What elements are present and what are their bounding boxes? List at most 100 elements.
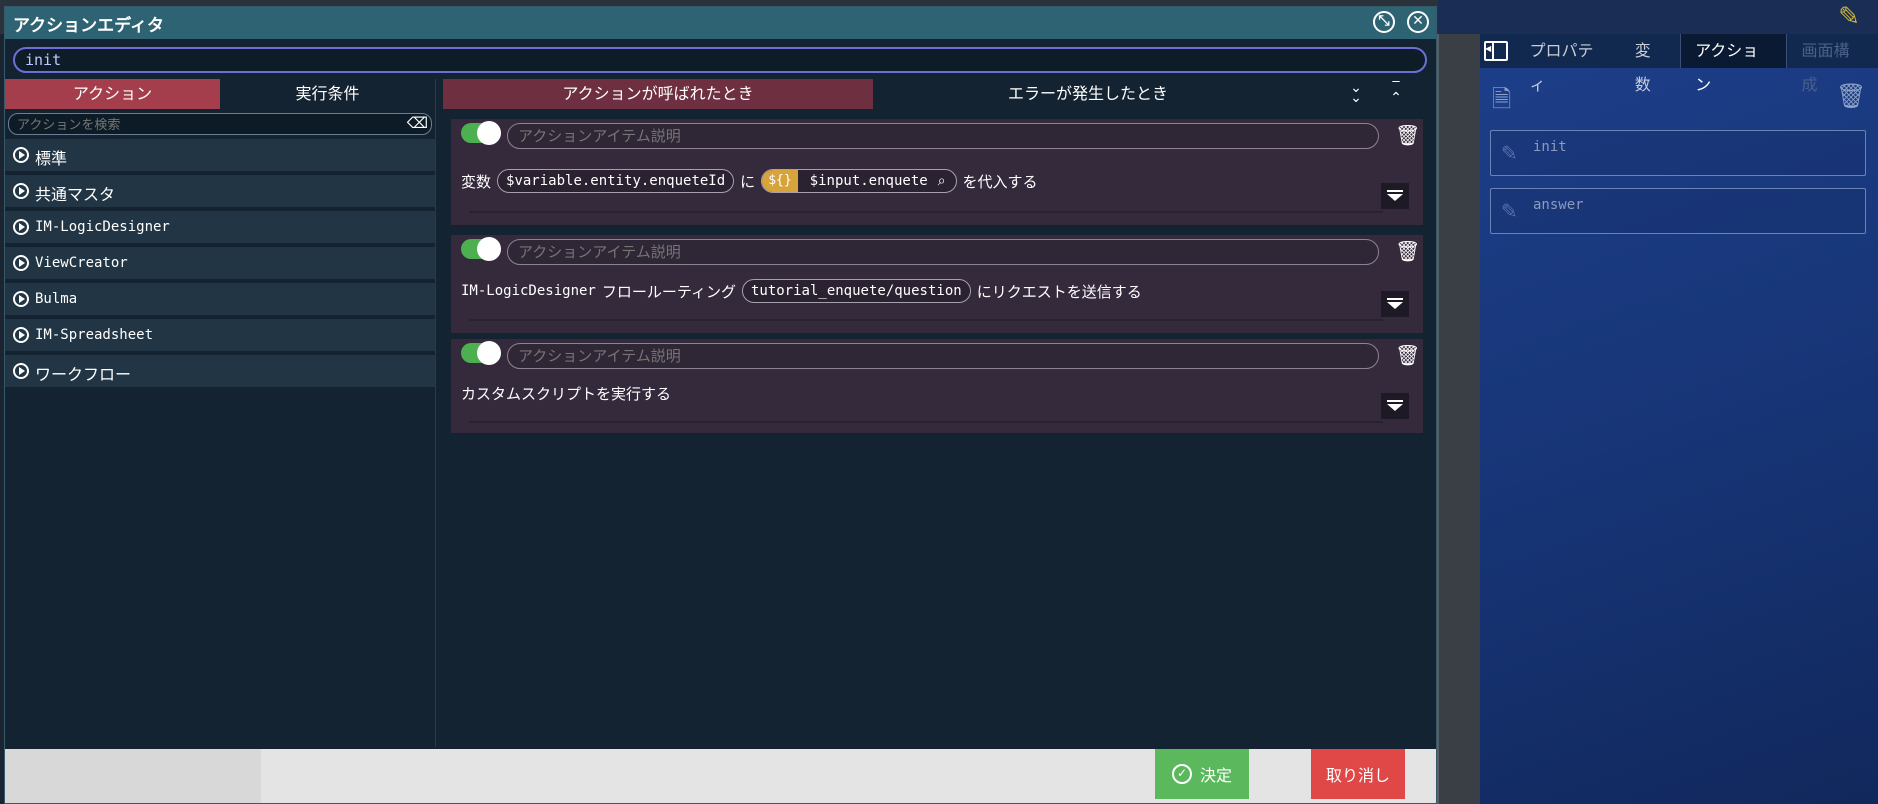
action-search-input[interactable] (8, 113, 432, 135)
enable-toggle[interactable] (461, 237, 501, 261)
ok-label: 決定 (1199, 766, 1232, 785)
tab-conditions[interactable]: 実行条件 (220, 79, 435, 109)
tab-properties[interactable]: プロパティ (1516, 34, 1621, 94)
category-workflow[interactable]: ワークフロー (5, 355, 435, 389)
play-icon (13, 363, 29, 379)
expression-type-dropdown[interactable]: ${} (762, 170, 798, 192)
category-label: 標準 (35, 149, 68, 168)
expand-item-icon[interactable] (1381, 291, 1409, 317)
search-input[interactable] (13, 47, 1427, 73)
category-standard[interactable]: 標準 (5, 139, 435, 173)
label-variable: 変数 (461, 172, 492, 191)
action-item-script: 🗑 カスタムスクリプトを実行する (451, 339, 1423, 433)
dialog-titlebar[interactable]: アクションエディタ ⤡ ✕ (5, 7, 1436, 39)
close-icon[interactable]: ✕ (1407, 11, 1429, 33)
action-card-answer[interactable]: ✎ answer (1490, 188, 1866, 234)
cancel-label: 取り消し (1325, 766, 1390, 785)
label-assign: を代入する (962, 172, 1038, 191)
routing-target[interactable]: tutorial_enquete/question (741, 279, 971, 303)
divider (469, 319, 1383, 321)
left-tabs: アクション 実行条件 (5, 79, 435, 109)
trash-icon[interactable]: 🗑 (1395, 343, 1420, 369)
divider (469, 421, 1383, 423)
play-icon (13, 291, 29, 307)
enable-toggle[interactable] (461, 121, 501, 145)
splitter[interactable] (1434, 34, 1480, 804)
footer-shade (5, 749, 261, 803)
action-editor-dialog: アクションエディタ ⤡ ✕ アクション 実行条件 ⌫ 標準 共通マスタ IM-L… (4, 6, 1437, 804)
category-label: Bulma (35, 291, 78, 307)
dialog-title: アクションエディタ (13, 16, 164, 36)
category-bulma[interactable]: Bulma (5, 283, 435, 317)
item-description-input[interactable] (507, 123, 1379, 149)
collapse-panel-icon[interactable] (1484, 41, 1508, 61)
action-item-assign: 🗑 変数 $variable.entity.enqueteId に ${} $i… (451, 119, 1423, 225)
tab-on-error[interactable]: エラーが発生したとき (873, 79, 1303, 109)
category-logicdesigner[interactable]: IM-LogicDesigner (5, 211, 435, 245)
cancel-button[interactable]: 取り消し (1311, 749, 1405, 799)
expression-field[interactable]: ${} $input.enquete ⌕ (761, 169, 957, 193)
action-item-routing: 🗑 IM-LogicDesigner フロールーティング tutorial_en… (451, 235, 1423, 333)
collapse-all-icon[interactable]: ‾ ⌃ (1385, 81, 1407, 107)
tab-variables[interactable]: 変数 (1621, 34, 1680, 94)
label-send-request: にリクエストを送信する (976, 282, 1142, 301)
enable-toggle[interactable] (461, 341, 501, 365)
category-label: 共通マスタ (35, 185, 116, 204)
tab-actions[interactable]: アクション (5, 79, 220, 109)
trash-icon[interactable]: 🗑 (1836, 82, 1866, 112)
trash-icon[interactable]: 🗑 (1395, 239, 1420, 265)
right-panel-toolbar: 🗎 🗑 (1480, 78, 1878, 118)
right-panel: プロパティ 変数 アクション 画面構成 🗎 🗑 ✎ init ✎ answer (1480, 34, 1878, 804)
background-toolbar-right: ✎ (1438, 0, 1878, 34)
action-row: IM-LogicDesigner フロールーティング tutorial_enqu… (461, 279, 1148, 303)
expand-item-icon[interactable] (1381, 183, 1409, 209)
play-icon (13, 327, 29, 343)
edit-icon[interactable]: ✎ (1834, 2, 1864, 32)
category-viewcreator[interactable]: ViewCreator (5, 247, 435, 281)
category-label: IM-LogicDesigner (35, 219, 170, 235)
event-tabs: アクションが呼ばれたとき エラーが発生したとき ⌄ ⌄ ‾ ⌃ (443, 79, 1429, 109)
label-ni: に (740, 172, 756, 191)
tab-actions[interactable]: アクション (1680, 34, 1788, 94)
action-name: init (1533, 139, 1567, 155)
expand-item-icon[interactable] (1381, 393, 1409, 419)
category-label: ViewCreator (35, 255, 128, 271)
action-name: answer (1533, 197, 1584, 213)
label-flow-routing: フロールーティング (601, 282, 736, 301)
ok-button[interactable]: ✓ 決定 (1155, 749, 1249, 799)
variable-target[interactable]: $variable.entity.enqueteId (497, 169, 735, 193)
action-search: ⌫ (8, 113, 432, 135)
action-row: 変数 $variable.entity.enqueteId に ${} $inp… (461, 169, 1044, 193)
right-panel-tabs: プロパティ 変数 アクション 画面構成 (1480, 34, 1878, 94)
play-icon (13, 183, 29, 199)
play-icon (13, 147, 29, 163)
category-label: ワークフロー (35, 365, 132, 384)
divider (469, 211, 1383, 213)
expression-value: $input.enquete (809, 173, 928, 189)
splitter-line (1437, 34, 1439, 804)
expand-all-icon[interactable]: ⌄ ⌄ (1345, 81, 1367, 107)
search-bar (13, 47, 1427, 73)
left-pane: アクション 実行条件 ⌫ 標準 共通マスタ IM-LogicDesigner V… (5, 79, 436, 747)
category-spreadsheet[interactable]: IM-Spreadsheet (5, 319, 435, 353)
dialog-footer: ✓ 決定 取り消し (5, 749, 1436, 803)
item-description-input[interactable] (507, 239, 1379, 265)
trash-icon[interactable]: 🗑 (1395, 123, 1420, 149)
action-card-init[interactable]: ✎ init (1490, 130, 1866, 176)
category-common-master[interactable]: 共通マスタ (5, 175, 435, 209)
pencil-icon: ✎ (1501, 199, 1518, 223)
category-label: IM-Spreadsheet (35, 327, 154, 343)
play-icon (13, 219, 29, 235)
label-logicdesigner: IM-LogicDesigner (461, 283, 596, 299)
minimize-icon[interactable]: ⤡ (1373, 11, 1395, 33)
check-icon: ✓ (1171, 764, 1192, 784)
add-action-icon[interactable]: 🗎 (1492, 82, 1518, 113)
action-row: カスタムスクリプトを実行する (461, 383, 677, 404)
item-description-input[interactable] (507, 343, 1379, 369)
tab-on-called[interactable]: アクションが呼ばれたとき (443, 79, 873, 109)
play-icon (13, 255, 29, 271)
pencil-icon: ✎ (1501, 141, 1518, 165)
tab-screen-structure[interactable]: 画面構成 (1787, 34, 1878, 94)
search-icon[interactable]: ⌕ (938, 173, 950, 189)
eraser-icon[interactable]: ⌫ (407, 114, 428, 132)
